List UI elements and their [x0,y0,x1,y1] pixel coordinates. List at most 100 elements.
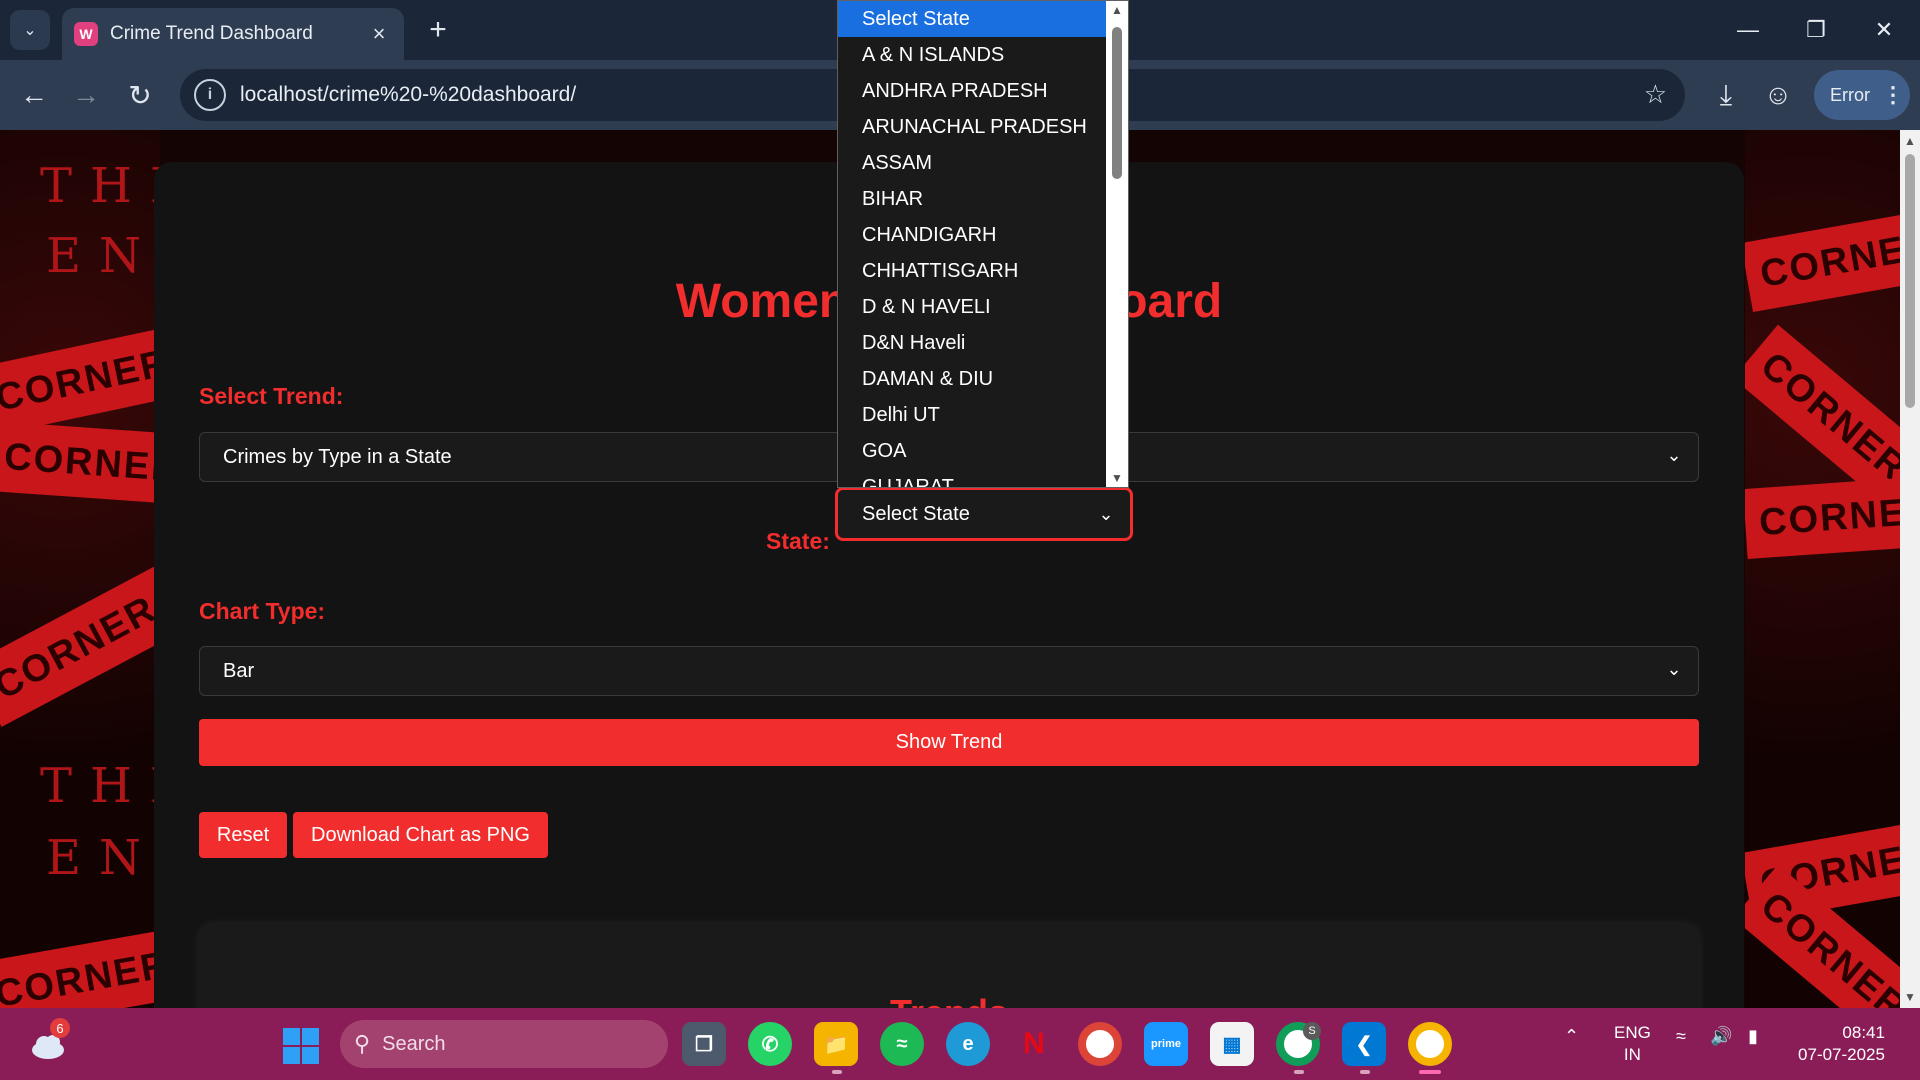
new-tab-button[interactable]: + [420,12,456,48]
background-tape: CORNER [0,917,160,1008]
state-option[interactable]: GUJARAT [838,469,1128,488]
wifi-icon[interactable]: ≈ [1676,1026,1686,1047]
url-text[interactable]: localhost/crime%20-%20dashboard/ [240,83,576,107]
restore-button[interactable]: ❐ [1794,10,1838,50]
close-window-button[interactable]: ✕ [1862,10,1906,50]
state-dropdown-list[interactable]: Select State A & N ISLANDS ANDHRA PRADESH A… [837,0,1129,488]
whatsapp-icon[interactable]: ✆ [748,1022,792,1066]
background-text-the: THE [40,758,160,814]
download-chart-button[interactable]: Download Chart as PNG [293,812,548,858]
reset-button[interactable]: Reset [199,812,287,858]
profile-error-button[interactable]: Error ⋮ [1814,70,1910,120]
background-tape: CORNER [1745,471,1900,559]
running-indicator [832,1070,842,1074]
tab-title: Crime Trend Dashboard [110,23,313,44]
windows-start-icon[interactable] [283,1028,319,1064]
state-option[interactable]: D&N Haveli [838,325,1128,361]
show-trend-button[interactable]: Show Trend [199,719,1699,766]
chart-type-select[interactable]: Bar ⌄ [199,646,1699,696]
scroll-up-icon[interactable]: ▲ [1111,3,1123,17]
chevron-down-icon: ⌄ [1666,445,1682,465]
state-label: State: [766,528,830,554]
state-option[interactable]: CHHATTISGARH [838,253,1128,289]
reload-button[interactable]: ↻ [120,75,160,115]
scroll-down-icon[interactable]: ▼ [1904,990,1916,1004]
state-select-value: Select State [862,502,970,525]
running-indicator [1294,1070,1304,1074]
site-favicon-icon: W [74,22,98,46]
background-text-the: THE [40,158,160,214]
taskbar: 6 ⚲ Search ❐ ✆ 📁 ≈ e N prime ▦ S ❮ ⌃ ENG… [0,1008,1920,1080]
state-option[interactable]: CHANDIGARH [838,217,1128,253]
tab-close-icon[interactable]: × [366,21,392,47]
file-explorer-icon[interactable]: 📁 [814,1022,858,1066]
chevron-up-icon[interactable]: ⌃ [1564,1026,1579,1047]
chevron-down-icon: ⌄ [1098,504,1114,524]
state-option[interactable]: GOA [838,433,1128,469]
profile-error-label: Error [1830,84,1870,105]
netflix-icon[interactable]: N [1012,1022,1056,1066]
language-indicator[interactable]: ENG IN [1614,1022,1651,1066]
page-title-right: oard [1118,275,1223,328]
state-select[interactable]: Select State ⌄ [835,487,1133,541]
background-tape: CORNER [0,421,160,509]
clock[interactable]: 08:41 07-07-2025 [1798,1022,1885,1066]
scroll-up-icon[interactable]: ▲ [1904,134,1916,148]
chrome-active-icon[interactable] [1408,1022,1452,1066]
state-option[interactable]: DAMAN & DIU [838,361,1128,397]
chevron-down-icon: ⌄ [23,22,37,39]
state-option[interactable]: ARUNACHAL PRADESH [838,109,1128,145]
chrome-profile-badge: S [1303,1022,1321,1040]
bookmark-star-icon[interactable]: ☆ [1644,79,1667,110]
background-tape: CORNER [1745,197,1900,313]
notification-badge: 6 [50,1018,70,1038]
trends-heading: Trends [199,992,1699,1008]
region-code: IN [1623,1045,1641,1064]
clock-date: 07-07-2025 [1798,1045,1885,1064]
taskbar-search-text: Search [382,1032,446,1055]
chrome-icon[interactable] [1078,1022,1122,1066]
search-icon: ⚲ [354,1031,371,1056]
scroll-down-icon[interactable]: ▼ [1111,471,1123,485]
language-code: ENG [1614,1023,1651,1042]
site-info-icon[interactable]: i [194,79,226,111]
vscode-icon[interactable]: ❮ [1342,1022,1386,1066]
menu-kebab-icon: ⋮ [1882,82,1904,107]
dropdown-scroll-thumb[interactable] [1112,27,1122,179]
tab-search-button[interactable]: ⌄ [10,10,50,50]
select-trend-label: Select Trend: [199,383,344,409]
prime-video-icon[interactable]: prime [1144,1022,1188,1066]
background-art-right: CORNER CORNER CORNER CORNER CORNER [1745,130,1900,1008]
state-option[interactable]: ASSAM [838,145,1128,181]
forward-button[interactable]: → [66,75,106,115]
spotify-icon[interactable]: ≈ [880,1022,924,1066]
volume-icon[interactable]: 🔊 [1710,1026,1732,1047]
state-option[interactable]: ANDHRA PRADESH [838,73,1128,109]
dropdown-scrollbar[interactable]: ▲ ▼ [1106,1,1128,487]
page-scroll-thumb[interactable] [1905,154,1915,408]
microsoft-store-icon[interactable]: ▦ [1210,1022,1254,1066]
state-option[interactable]: Select State [838,1,1128,37]
task-view-icon[interactable]: ❐ [682,1022,726,1066]
page-title-left: Women [675,275,849,328]
back-button[interactable]: ← [14,75,54,115]
state-option[interactable]: Delhi UT [838,397,1128,433]
background-text-end: END [46,830,160,886]
taskbar-search[interactable]: ⚲ Search [340,1020,668,1068]
clock-time: 08:41 [1842,1023,1885,1042]
download-icon[interactable]: ⤓ [1706,75,1746,115]
state-option[interactable]: D & N HAVELI [838,289,1128,325]
edge-icon[interactable]: e [946,1022,990,1066]
browser-tab[interactable]: W Crime Trend Dashboard × [62,8,404,60]
profile-icon[interactable]: ☺ [1758,75,1798,115]
chevron-down-icon: ⌄ [1666,659,1682,679]
background-tape: CORNER [0,543,160,727]
background-tape: CORNER [0,313,160,437]
minimize-button[interactable]: — [1726,10,1770,50]
state-option[interactable]: A & N ISLANDS [838,37,1128,73]
page-scrollbar[interactable]: ▲ ▼ [1900,130,1920,1008]
trends-panel: Trends [199,924,1699,1008]
state-option[interactable]: BIHAR [838,181,1128,217]
battery-icon[interactable]: ▮ [1748,1026,1758,1047]
state-option-list: Select State A & N ISLANDS ANDHRA PRADESH A… [838,1,1128,488]
